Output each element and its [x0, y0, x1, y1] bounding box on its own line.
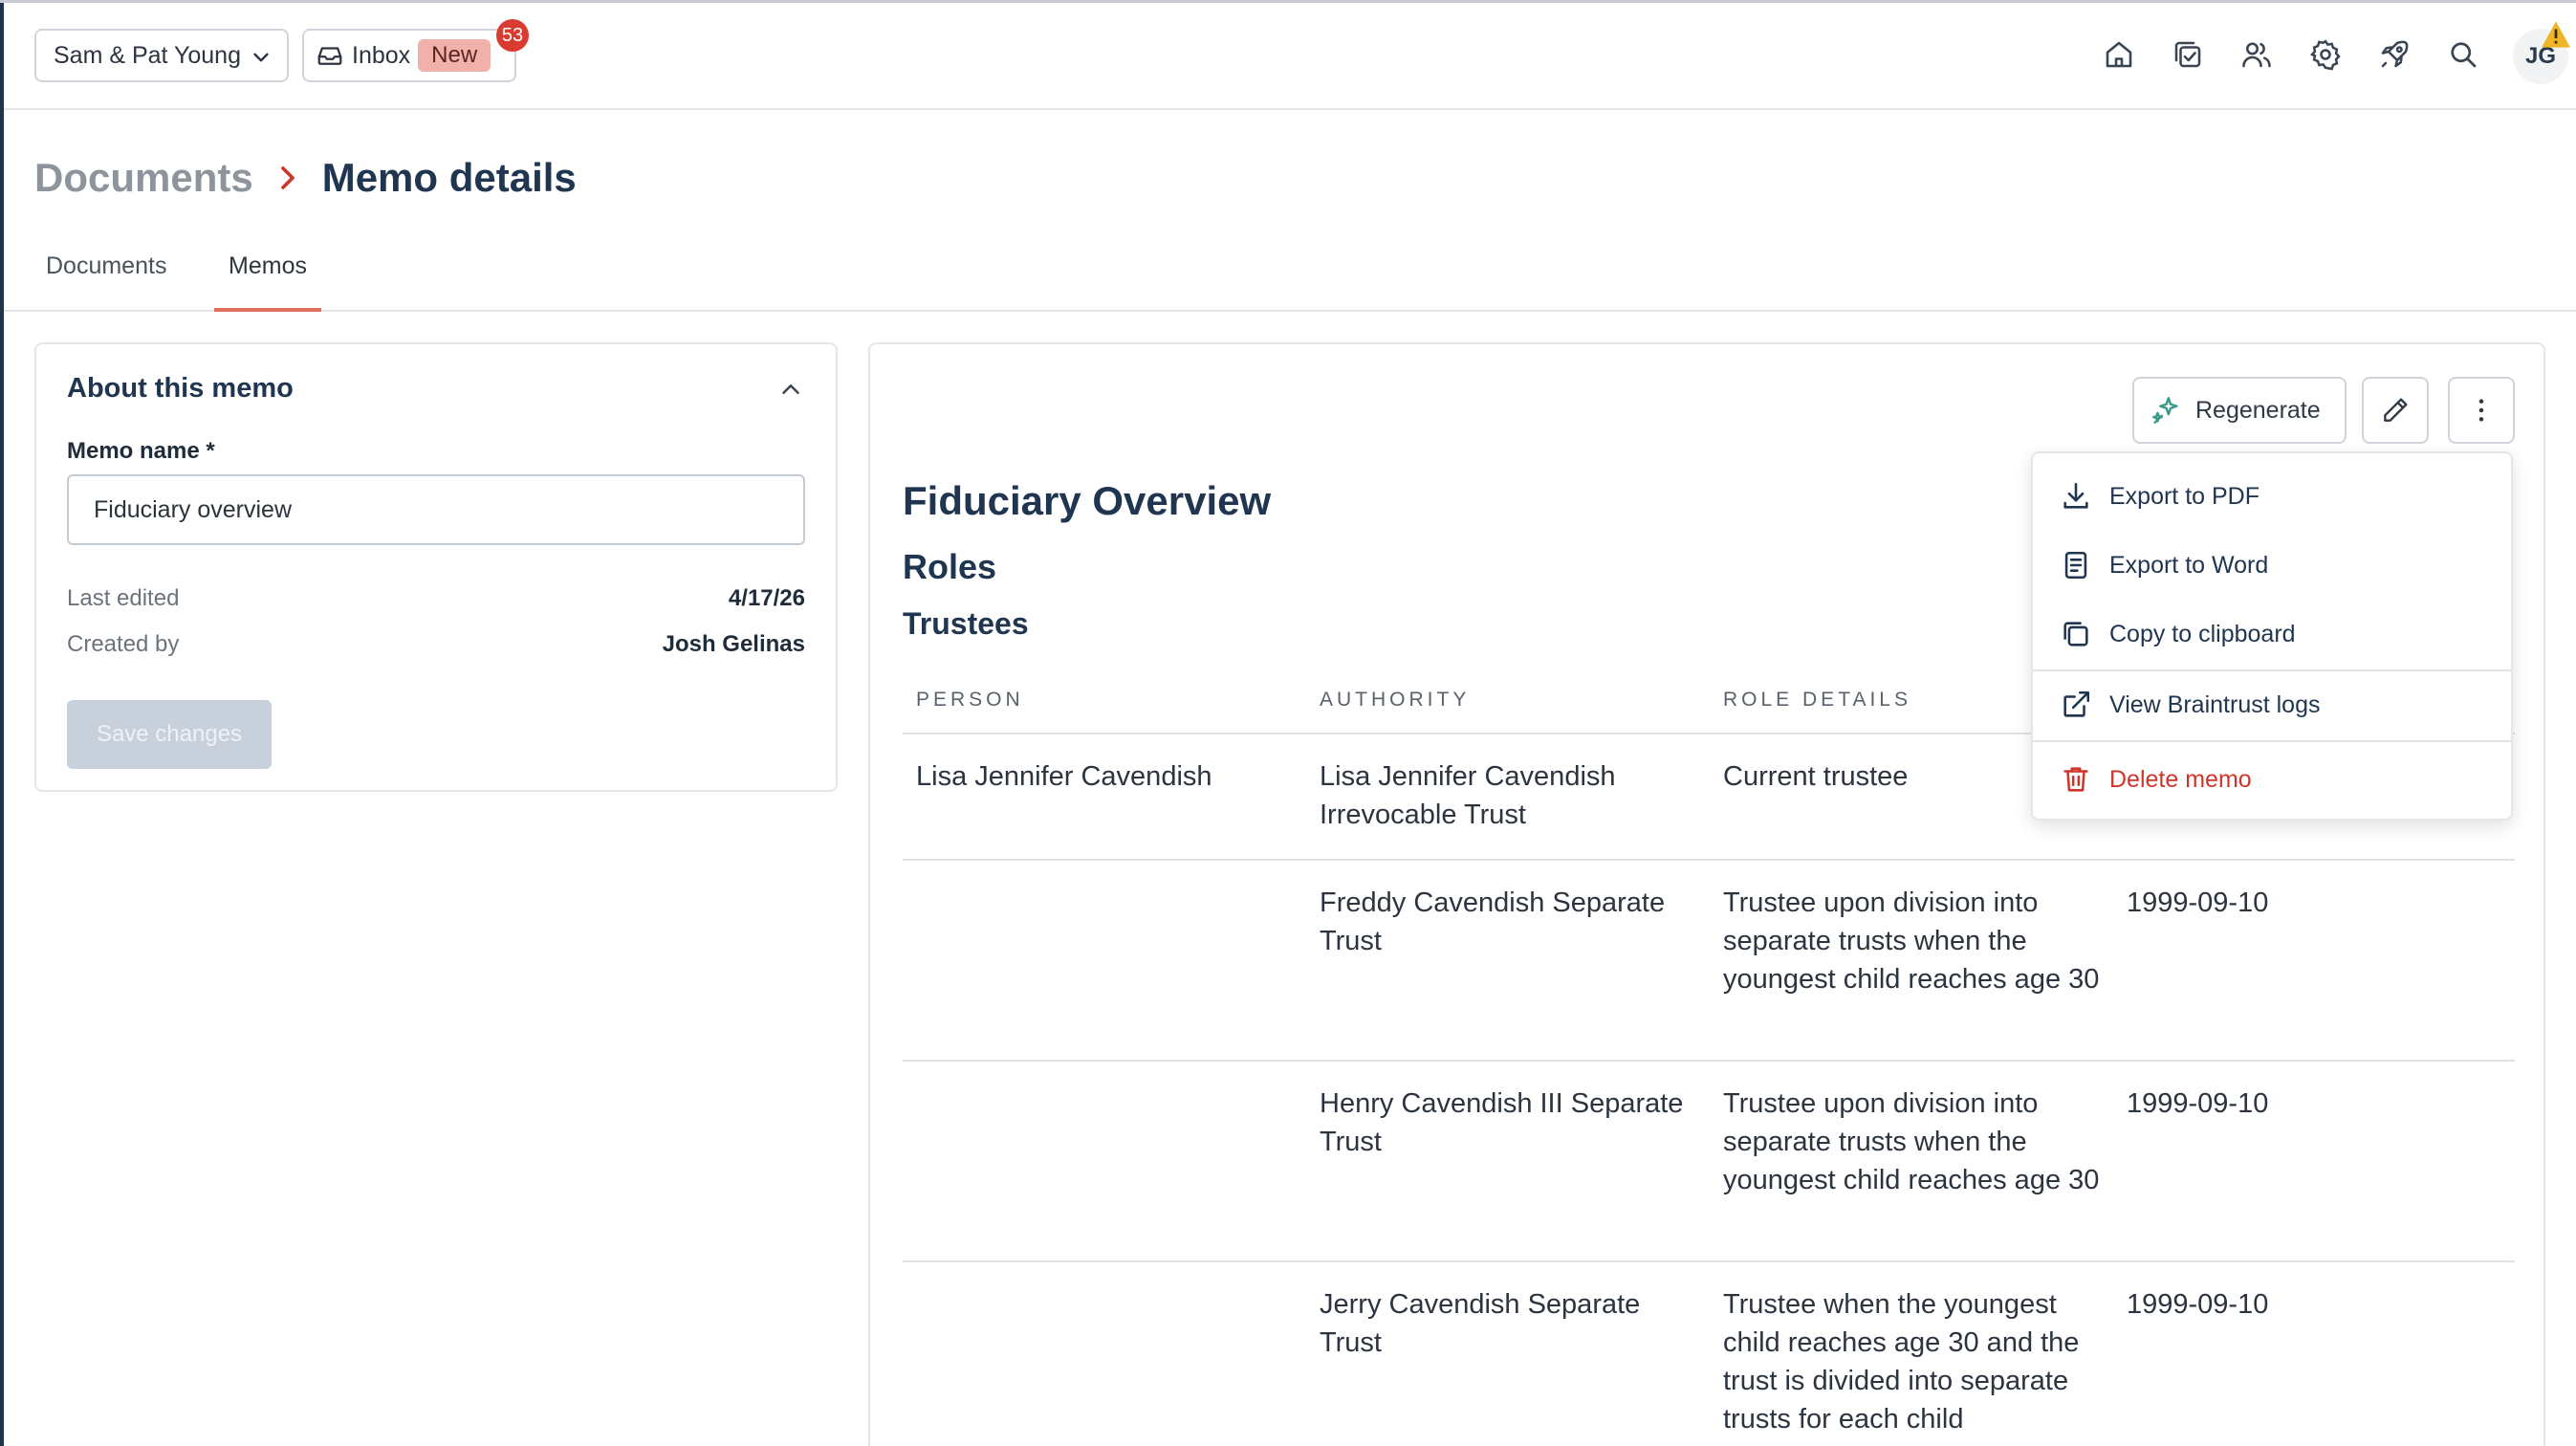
tab-memos[interactable]: Memos: [214, 252, 321, 312]
chevron-right-icon: [280, 166, 295, 189]
memo-name-input[interactable]: [67, 474, 805, 545]
tab-bar: Documents Memos: [4, 235, 2576, 312]
about-title: About this memo: [67, 373, 294, 404]
menu-copy-clipboard[interactable]: Copy to clipboard: [2033, 601, 2511, 668]
cell-authority: Freddy Cavendish Separate Trust: [1320, 887, 1666, 956]
memo-name-label: Memo name *: [67, 438, 215, 464]
more-options-menu: Export to PDF Export to Word Copy to cli…: [2031, 451, 2513, 821]
more-options-button[interactable]: [2448, 377, 2515, 444]
more-vertical-icon: [2478, 399, 2484, 422]
cell-role: Trustee upon division into separate trus…: [1723, 887, 2100, 995]
tab-documents[interactable]: Documents: [46, 252, 166, 312]
cell-role: Trustee when the youngest child reaches …: [1723, 1289, 2080, 1435]
menu-divider: [2033, 740, 2511, 742]
inbox-count-badge: 53: [496, 19, 529, 52]
menu-delete-memo[interactable]: Delete memo: [2033, 746, 2511, 813]
save-changes-button[interactable]: Save changes: [67, 700, 272, 769]
cell-date: 1999-09-10: [2127, 1088, 2269, 1119]
sparkle-icon: [2152, 397, 2178, 424]
menu-delete-memo-label: Delete memo: [2109, 765, 2252, 793]
page-title: Memo details: [321, 155, 577, 200]
subsection-heading: Trustees: [903, 606, 1029, 641]
search-icon[interactable]: [2446, 37, 2480, 72]
table-row: Jerry Cavendish Separate Trust Trustee w…: [903, 1262, 2515, 1446]
rocket-icon[interactable]: [2377, 37, 2412, 72]
memo-title: Fiduciary Overview: [903, 478, 1272, 523]
table-row: Freddy Cavendish Separate Trust Trustee …: [903, 861, 2515, 1062]
table-row: Henry Cavendish III Separate Trust Trust…: [903, 1062, 2515, 1262]
external-link-icon: [2063, 690, 2090, 717]
trash-icon: [2063, 767, 2088, 792]
new-badge: New: [418, 39, 491, 72]
menu-export-pdf-label: Export to PDF: [2109, 482, 2259, 510]
inbox-icon: [317, 47, 342, 65]
cell-authority: Lisa Jennifer Cavendish Irrevocable Trus…: [1320, 761, 1616, 830]
inbox-label: Inbox: [352, 41, 411, 69]
settings-icon[interactable]: [2308, 37, 2343, 72]
top-bar: Sam & Pat Young Inbox New 53 JG: [4, 3, 2576, 110]
menu-export-pdf[interactable]: Export to PDF: [2033, 463, 2511, 530]
menu-export-word-label: Export to Word: [2109, 551, 2269, 579]
created-by-value: Josh Gelinas: [662, 631, 805, 657]
inbox-button[interactable]: Inbox New: [302, 29, 516, 82]
client-name: Sam & Pat Young: [54, 41, 241, 69]
column-header-role-details: ROLE DETAILS: [1723, 689, 1911, 711]
tasks-icon[interactable]: [2171, 37, 2205, 72]
column-header-person: PERSON: [916, 689, 1024, 711]
menu-copy-clipboard-label: Copy to clipboard: [2109, 620, 2296, 647]
last-edited-value: 4/17/26: [728, 585, 805, 611]
about-memo-panel: About this memo Memo name * Last edited …: [34, 342, 838, 792]
document-icon: [2064, 551, 2087, 580]
menu-export-word[interactable]: Export to Word: [2033, 532, 2511, 599]
cell-authority: Jerry Cavendish Separate Trust: [1320, 1289, 1641, 1358]
chevron-down-icon: [253, 53, 269, 62]
menu-braintrust-logs-label: View Braintrust logs: [2109, 690, 2321, 718]
window-edge: [0, 0, 4, 1446]
pencil-icon: [2384, 398, 2408, 422]
breadcrumb-documents[interactable]: Documents: [34, 155, 253, 201]
cell-date: 1999-09-10: [2127, 887, 2269, 918]
regenerate-label: Regenerate: [2195, 396, 2321, 424]
client-selector[interactable]: Sam & Pat Young: [34, 29, 289, 82]
regenerate-button[interactable]: Regenerate: [2132, 377, 2347, 444]
created-by-label: Created by: [67, 631, 180, 657]
column-header-authority: AUTHORITY: [1320, 689, 1471, 711]
warning-icon: [2542, 21, 2570, 48]
menu-braintrust-logs[interactable]: View Braintrust logs: [2033, 671, 2511, 738]
cell-person: Lisa Jennifer Cavendish: [916, 761, 1212, 792]
download-icon: [2063, 482, 2088, 509]
edit-button[interactable]: [2362, 377, 2429, 444]
cell-date: 1999-09-10: [2127, 1289, 2269, 1320]
chevron-up-icon[interactable]: [776, 375, 805, 404]
cell-role: Trustee upon division into separate trus…: [1723, 1088, 2100, 1195]
breadcrumb: Documents Memo details: [34, 155, 577, 201]
last-edited-label: Last edited: [67, 585, 180, 611]
cell-authority: Henry Cavendish III Separate Trust: [1320, 1088, 1684, 1157]
section-heading: Roles: [903, 547, 997, 586]
people-icon[interactable]: [2239, 37, 2274, 72]
copy-icon: [2063, 622, 2088, 646]
home-icon[interactable]: [2102, 37, 2136, 72]
